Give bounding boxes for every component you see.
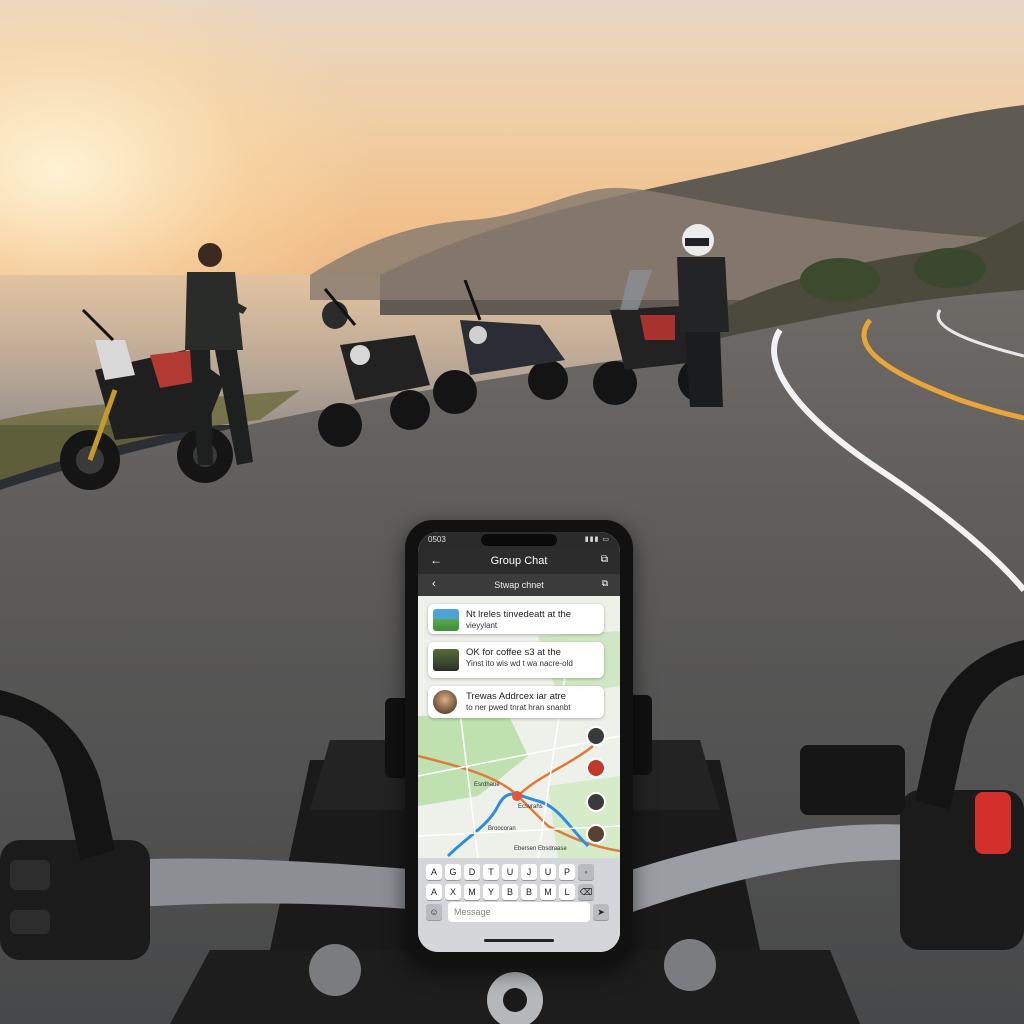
- key[interactable]: A: [426, 864, 442, 880]
- key[interactable]: P: [559, 864, 575, 880]
- subheader-title: Stwap chnet: [494, 580, 544, 590]
- key[interactable]: L: [559, 884, 575, 900]
- export-icon[interactable]: ⧉: [602, 578, 608, 589]
- signal-battery-icon: ▮▮▮ ▭: [584, 536, 610, 543]
- message-subtext: to ner pwed tnrat hran snanbt: [466, 703, 571, 712]
- rider-location-pin[interactable]: [586, 792, 606, 812]
- message-input[interactable]: Message: [448, 902, 590, 922]
- motorcycle-center-right: [433, 280, 568, 414]
- key-options-icon[interactable]: ◦: [578, 864, 594, 880]
- key[interactable]: U: [502, 864, 518, 880]
- rider-location-pin[interactable]: [586, 726, 606, 746]
- keyboard-row: A X M Y B B M L ⌫: [426, 882, 597, 900]
- map-label: Ecsvrahs: [518, 804, 543, 810]
- key[interactable]: M: [464, 884, 480, 900]
- message-subtext: Yinst ito wis wd t wa nacre-old: [466, 659, 573, 668]
- keyboard-row: A G D T U J U P ◦: [426, 862, 597, 880]
- sub-header: ‹ Stwap chnet ⧉: [418, 574, 620, 596]
- key[interactable]: B: [502, 884, 518, 900]
- status-time: 0503: [428, 535, 446, 544]
- rider-standing: [185, 243, 253, 465]
- send-icon[interactable]: ➤: [593, 904, 609, 920]
- key[interactable]: D: [464, 864, 480, 880]
- message-text: Nt lreles tinvedeatt at the: [466, 609, 572, 620]
- scene: 0503 ▮▮▮ ▭ ← Group Chat ⧉ ‹ Stwap chnet …: [0, 0, 1024, 1024]
- message-thumbnail: [433, 609, 459, 631]
- map-label: Broocoran: [488, 826, 516, 832]
- key[interactable]: A: [426, 884, 442, 900]
- motorcycle-center-left: [318, 288, 430, 447]
- key[interactable]: J: [521, 864, 537, 880]
- rider-location-pin[interactable]: [586, 824, 606, 844]
- chat-message-2[interactable]: OK for coffee s3 at the Yinst ito wis wd…: [428, 642, 604, 678]
- status-bar: 0503 ▮▮▮ ▭: [418, 532, 620, 548]
- map-label: Ebersen Ebsdraase: [514, 846, 567, 852]
- app-header: ← Group Chat ⧉: [418, 548, 620, 574]
- key[interactable]: G: [445, 864, 461, 880]
- key[interactable]: X: [445, 884, 461, 900]
- message-subtext: vieyylant: [466, 621, 498, 630]
- home-indicator: [484, 939, 554, 942]
- message-text: Trewas Addrcex iar atre: [466, 691, 566, 702]
- camera-notch: [481, 534, 557, 546]
- map-view[interactable]: Nt lreles tinvedeatt at the vieyylant OK…: [418, 596, 620, 858]
- message-thumbnail: [433, 649, 459, 671]
- avatar: [433, 690, 457, 714]
- rider-with-helmet: [677, 224, 729, 407]
- backspace-icon[interactable]: ⌫: [578, 884, 594, 900]
- message-bar: ☺ Message ➤: [426, 902, 612, 922]
- key[interactable]: B: [521, 884, 537, 900]
- chat-message-1[interactable]: Nt lreles tinvedeatt at the vieyylant: [428, 604, 604, 634]
- key[interactable]: U: [540, 864, 556, 880]
- chat-title: Group Chat: [490, 555, 548, 567]
- phone-screen: 0503 ▮▮▮ ▭ ← Group Chat ⧉ ‹ Stwap chnet …: [418, 532, 620, 952]
- message-text: OK for coffee s3 at the: [466, 647, 561, 658]
- key[interactable]: T: [483, 864, 499, 880]
- emoji-icon[interactable]: ☺: [426, 904, 442, 920]
- key[interactable]: M: [540, 884, 556, 900]
- share-icon[interactable]: ⧉: [601, 554, 608, 566]
- key[interactable]: Y: [483, 884, 499, 900]
- on-screen-keyboard: A G D T U J U P ◦ A X M Y B B M L ⌫ ☺ Message ➤: [418, 858, 620, 952]
- chat-message-3[interactable]: Trewas Addrcex iar atre to ner pwed tnra…: [428, 686, 604, 718]
- rider-location-pin[interactable]: [586, 758, 606, 778]
- map-label: Esrdhaue: [474, 782, 500, 788]
